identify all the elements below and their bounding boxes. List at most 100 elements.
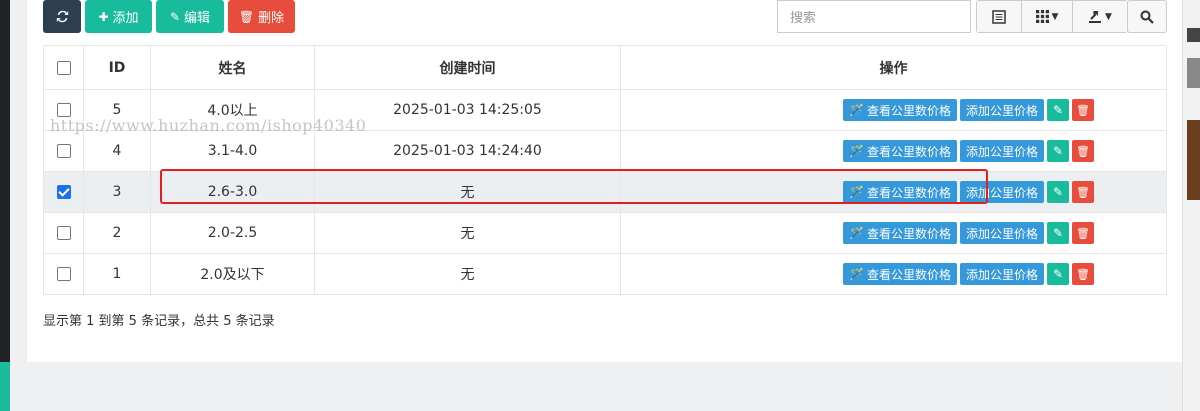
refresh-button[interactable] (43, 0, 81, 33)
view-km-price-button[interactable]: 🪄 查看公里数价格 (843, 222, 957, 244)
cell-id: 1 (83, 253, 151, 295)
pencil-icon: ✎ (1052, 144, 1064, 158)
right-edge-block (1187, 28, 1200, 42)
row-checkbox[interactable] (56, 226, 71, 240)
header-id[interactable]: ID (83, 45, 151, 90)
row-edit-button[interactable]: ✎ (1046, 263, 1069, 285)
refresh-icon (56, 10, 68, 23)
trash-icon: 🗑 (1076, 226, 1090, 240)
header-name[interactable]: 姓名 (150, 45, 315, 90)
row-delete-button[interactable]: 🗑 (1071, 99, 1094, 121)
row-delete-button[interactable]: 🗑 (1071, 140, 1094, 162)
list-view-icon (992, 9, 1006, 24)
row-edit-button[interactable]: ✎ (1046, 222, 1069, 244)
right-edge (1182, 0, 1200, 411)
row-checkbox-cell (43, 171, 84, 213)
cell-actions: 🪄 查看公里数价格 添加公里价格 ✎ 🗑 (620, 253, 1167, 295)
row-edit-button[interactable]: ✎ (1046, 99, 1069, 121)
select-all-cell (43, 45, 84, 90)
add-km-price-button[interactable]: 添加公里价格 (959, 140, 1044, 162)
row-edit-button[interactable]: ✎ (1046, 140, 1069, 162)
caret-down-icon: ▼ (1051, 11, 1059, 22)
export-dropdown[interactable]: ▼ (1073, 1, 1127, 32)
pencil-icon: ✎ (169, 9, 181, 24)
watermark: https://www.huzhan.com/ishop40340 (50, 116, 367, 135)
cell-name: 2.0-2.5 (150, 212, 315, 254)
header-actions: 操作 (620, 45, 1167, 90)
cell-actions: 🪄 查看公里数价格 添加公里价格 ✎ 🗑 (620, 212, 1167, 254)
pencil-icon: ✎ (1052, 226, 1064, 240)
cell-name: 2.0及以下 (150, 253, 315, 295)
delete-button-label: 删除 (258, 11, 285, 26)
cell-created: 2025-01-03 14:24:40 (314, 130, 621, 172)
add-km-price-label: 添加公里价格 (965, 144, 1038, 159)
magic-wand-icon: 🪄 (849, 267, 864, 281)
row-checkbox[interactable] (56, 185, 71, 199)
search-input[interactable]: 搜索 (777, 0, 971, 33)
add-button-label: 添加 (112, 11, 139, 26)
cell-created: 无 (314, 253, 621, 295)
select-all-checkbox[interactable] (56, 60, 71, 75)
view-km-price-button[interactable]: 🪄 查看公里数价格 (843, 99, 957, 121)
row-delete-button[interactable]: 🗑 (1071, 181, 1094, 203)
view-km-price-label: 查看公里数价格 (866, 144, 951, 159)
table-header-row: ID 姓名 创建时间 操作 (43, 45, 1167, 90)
row-checkbox-cell (43, 130, 84, 172)
search-button[interactable] (1127, 0, 1167, 33)
add-km-price-button[interactable]: 添加公里价格 (959, 263, 1044, 285)
row-checkbox[interactable] (56, 144, 71, 158)
view-km-price-label: 查看公里数价格 (866, 103, 951, 118)
cell-id: 2 (83, 212, 151, 254)
view-km-price-label: 查看公里数价格 (866, 226, 951, 241)
trash-icon: 🗑 (238, 9, 255, 24)
search-icon (1140, 10, 1154, 24)
caret-down-icon: ▼ (1105, 11, 1112, 22)
cell-actions: 🪄 查看公里数价格 添加公里价格 ✎ 🗑 (620, 130, 1167, 172)
add-km-price-button[interactable]: 添加公里价格 (959, 222, 1044, 244)
table-row: 1 2.0及以下 无 🪄 查看公里数价格 添加公里价格 ✎ 🗑 (43, 253, 1167, 295)
view-km-price-button[interactable]: 🪄 查看公里数价格 (843, 263, 957, 285)
row-checkbox[interactable] (56, 103, 71, 117)
left-edge (0, 0, 10, 411)
toggle-view-button[interactable] (977, 1, 1022, 32)
trash-icon: 🗑 (1076, 144, 1090, 158)
add-button[interactable]: ✚ 添加 (85, 0, 152, 33)
right-edge-block (1187, 120, 1200, 200)
cell-id: 3 (83, 171, 151, 213)
edit-button[interactable]: ✎ 编辑 (156, 0, 224, 33)
magic-wand-icon: 🪄 (849, 226, 864, 240)
edit-button-label: 编辑 (184, 11, 211, 26)
toolbar: ✚ 添加 ✎ 编辑 🗑 删除 (43, 0, 295, 33)
add-km-price-label: 添加公里价格 (965, 103, 1038, 118)
row-edit-button[interactable]: ✎ (1046, 181, 1069, 203)
row-checkbox[interactable] (56, 267, 71, 281)
add-km-price-button[interactable]: 添加公里价格 (959, 99, 1044, 121)
cell-name: 3.1-4.0 (150, 130, 315, 172)
add-km-price-label: 添加公里价格 (965, 267, 1038, 282)
table-row: 4 3.1-4.0 2025-01-03 14:24:40 🪄 查看公里数价格 添… (43, 130, 1167, 172)
row-delete-button[interactable]: 🗑 (1071, 222, 1094, 244)
table-tools: ▼ ▼ (976, 0, 1128, 33)
trash-icon: 🗑 (1076, 267, 1090, 281)
export-icon (1089, 10, 1102, 23)
grid-icon (1035, 10, 1049, 23)
view-km-price-label: 查看公里数价格 (866, 267, 951, 282)
cell-created: 无 (314, 212, 621, 254)
highlight-box (160, 169, 988, 204)
row-delete-button[interactable]: 🗑 (1071, 263, 1094, 285)
header-created[interactable]: 创建时间 (314, 45, 621, 90)
magic-wand-icon: 🪄 (849, 144, 864, 158)
right-edge-block (1187, 58, 1200, 88)
add-km-price-label: 添加公里价格 (965, 226, 1038, 241)
pencil-icon: ✎ (1052, 185, 1064, 199)
left-edge-accent (0, 362, 10, 411)
cell-id: 4 (83, 130, 151, 172)
row-checkbox-cell (43, 253, 84, 295)
view-km-price-button[interactable]: 🪄 查看公里数价格 (843, 140, 957, 162)
delete-button[interactable]: 🗑 删除 (228, 0, 295, 33)
table-row: 2 2.0-2.5 无 🪄 查看公里数价格 添加公里价格 ✎ 🗑 (43, 212, 1167, 254)
magic-wand-icon: 🪄 (849, 103, 864, 117)
columns-dropdown[interactable]: ▼ (1022, 1, 1073, 32)
pencil-icon: ✎ (1052, 267, 1064, 281)
pencil-icon: ✎ (1052, 103, 1064, 117)
